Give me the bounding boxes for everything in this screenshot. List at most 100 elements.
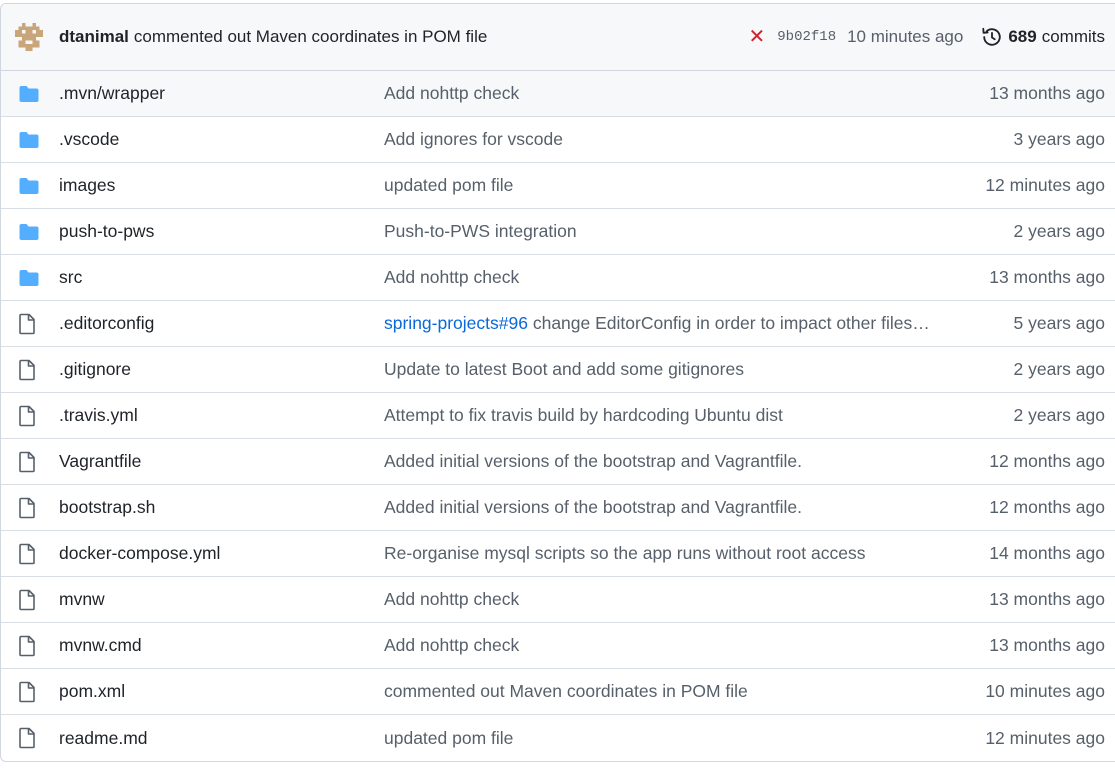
file-icon <box>1 451 59 473</box>
file-commit-age: 12 minutes ago <box>985 175 1105 195</box>
commit-message-text[interactable]: Re-organise mysql scripts so the app run… <box>384 543 865 563</box>
file-commit-message[interactable]: updated pom file <box>384 728 985 749</box>
file-commit-message[interactable]: Add ignores for vscode <box>384 129 1014 150</box>
commit-message-text[interactable]: Added initial versions of the bootstrap … <box>384 497 802 517</box>
file-commit-age: 13 months ago <box>989 83 1105 103</box>
file-commit-age: 2 years ago <box>1013 405 1105 425</box>
file-row[interactable]: Vagrantfile Added initial versions of the… <box>1 439 1115 485</box>
commit-message-text[interactable]: Add nohttp check <box>384 83 519 103</box>
file-commit-message[interactable]: Push-to-PWS integration <box>384 221 1014 242</box>
folder-icon <box>1 177 59 195</box>
file-row[interactable]: mvnw Add nohttp check 13 months ago <box>1 577 1115 623</box>
file-icon <box>1 727 59 749</box>
file-name-link[interactable]: bootstrap.sh <box>59 497 384 518</box>
commit-time: 10 minutes ago <box>847 27 964 46</box>
file-row[interactable]: bootstrap.sh Added initial versions of th… <box>1 485 1115 531</box>
file-commit-message[interactable]: Add nohttp check <box>384 589 989 610</box>
file-commit-message[interactable]: Add nohttp check <box>384 267 989 288</box>
file-commit-message[interactable]: Added initial versions of the bootstrap … <box>384 497 989 518</box>
file-row[interactable]: pom.xml commented out Maven coordinates i… <box>1 669 1115 715</box>
file-icon <box>1 543 59 565</box>
file-row[interactable]: docker-compose.yml Re-organise mysql scri… <box>1 531 1115 577</box>
commit-message-text[interactable]: Push-to-PWS integration <box>384 221 577 241</box>
commit-author[interactable]: dtanimal <box>59 27 129 47</box>
file-commit-message[interactable]: Add nohttp check <box>384 83 989 104</box>
file-row[interactable]: .mvn/wrapper Add nohttp check 13 months ag… <box>1 71 1115 117</box>
file-commit-age: 13 months ago <box>989 267 1105 287</box>
file-commit-message[interactable]: Update to latest Boot and add some gitig… <box>384 359 1014 380</box>
file-row[interactable]: .editorconfig spring-projects#96 change E… <box>1 301 1115 347</box>
file-name-link[interactable]: .vscode <box>59 129 384 150</box>
file-icon <box>1 313 59 335</box>
file-icon <box>1 497 59 519</box>
file-commit-message[interactable]: commented out Maven coordinates in POM f… <box>384 681 985 702</box>
file-name-link[interactable]: .editorconfig <box>59 313 384 334</box>
commits-count: 689 <box>1008 27 1037 46</box>
file-name-link[interactable]: Vagrantfile <box>59 451 384 472</box>
file-row[interactable]: readme.md updated pom file 12 minutes ago <box>1 715 1115 761</box>
ci-failure-icon[interactable]: ✕ <box>749 27 766 47</box>
file-commit-message[interactable]: Added initial versions of the bootstrap … <box>384 451 989 472</box>
file-row[interactable]: .vscode Add ignores for vscode 3 years ago <box>1 117 1115 163</box>
file-commit-message[interactable]: Re-organise mysql scripts so the app run… <box>384 543 989 564</box>
file-commit-age: 12 minutes ago <box>985 727 1105 748</box>
file-name-link[interactable]: docker-compose.yml <box>59 543 384 564</box>
avatar[interactable] <box>15 23 43 51</box>
file-commit-message[interactable]: spring-projects#96 change EditorConfig i… <box>384 313 1014 334</box>
commit-message-text[interactable]: Add nohttp check <box>384 635 519 655</box>
commit-message-text[interactable]: Add nohttp check <box>384 589 519 609</box>
file-name-link[interactable]: readme.md <box>59 728 384 749</box>
file-row[interactable]: mvnw.cmd Add nohttp check 13 months ago <box>1 623 1115 669</box>
file-commit-message[interactable]: Add nohttp check <box>384 635 989 656</box>
commit-message-text[interactable]: Add ignores for vscode <box>384 129 563 149</box>
file-row[interactable]: push-to-pws Push-to-PWS integration 2 year… <box>1 209 1115 255</box>
file-name-link[interactable]: mvnw <box>59 589 384 610</box>
file-list: .mvn/wrapper Add nohttp check 13 months ag… <box>1 71 1115 761</box>
file-commit-age: 10 minutes ago <box>985 681 1105 701</box>
file-icon <box>1 589 59 611</box>
commit-message-text[interactable]: Add nohttp check <box>384 267 519 287</box>
file-commit-age: 2 years ago <box>1013 359 1105 379</box>
latest-commit-bar: dtanimal commented out Maven coordinates… <box>1 4 1115 71</box>
commits-label: commits <box>1041 27 1105 46</box>
file-commit-message[interactable]: Attempt to fix travis build by hardcodin… <box>384 405 1014 426</box>
file-row[interactable]: .gitignore Update to latest Boot and add … <box>1 347 1115 393</box>
issue-reference-link[interactable]: spring-projects#96 <box>384 313 528 333</box>
file-commit-message[interactable]: updated pom file <box>384 175 985 196</box>
file-icon <box>1 405 59 427</box>
commit-message-text[interactable]: Attempt to fix travis build by hardcodin… <box>384 405 783 425</box>
file-name-link[interactable]: .mvn/wrapper <box>59 83 384 104</box>
file-name-link[interactable]: push-to-pws <box>59 221 384 242</box>
file-commit-age: 2 years ago <box>1013 221 1105 241</box>
file-commit-age: 12 months ago <box>989 497 1105 517</box>
file-name-link[interactable]: mvnw.cmd <box>59 635 384 656</box>
file-commit-age: 13 months ago <box>989 635 1105 655</box>
file-name-link[interactable]: .gitignore <box>59 359 384 380</box>
file-icon <box>1 635 59 657</box>
file-browser: dtanimal commented out Maven coordinates… <box>0 3 1115 762</box>
file-row[interactable]: src Add nohttp check 13 months ago <box>1 255 1115 301</box>
history-icon <box>982 27 1002 46</box>
file-commit-age: 5 years ago <box>1013 313 1105 333</box>
commit-message-text[interactable]: change EditorConfig in order to impact o… <box>528 313 930 333</box>
commit-message-text[interactable]: Added initial versions of the bootstrap … <box>384 451 802 471</box>
file-icon <box>1 681 59 703</box>
commit-message-text[interactable]: commented out Maven coordinates in POM f… <box>384 681 748 701</box>
commit-message-text[interactable]: updated pom file <box>384 175 513 195</box>
commit-sha[interactable]: 9b02f18 <box>777 29 836 45</box>
folder-icon <box>1 85 59 103</box>
commits-history-link[interactable]: 689 commits <box>981 26 1105 48</box>
file-name-link[interactable]: src <box>59 267 384 288</box>
commit-message[interactable]: commented out Maven coordinates in POM f… <box>134 27 487 47</box>
file-row[interactable]: .travis.yml Attempt to fix travis build b… <box>1 393 1115 439</box>
commit-message-text[interactable]: Update to latest Boot and add some gitig… <box>384 359 744 379</box>
file-row[interactable]: images updated pom file 12 minutes ago <box>1 163 1115 209</box>
commit-message-text[interactable]: updated pom file <box>384 728 513 748</box>
file-name-link[interactable]: .travis.yml <box>59 405 384 426</box>
file-name-link[interactable]: pom.xml <box>59 681 384 702</box>
file-commit-age: 3 years ago <box>1013 129 1105 149</box>
file-name-link[interactable]: images <box>59 175 384 196</box>
file-icon <box>1 359 59 381</box>
file-commit-age: 13 months ago <box>989 589 1105 609</box>
file-commit-age: 14 months ago <box>989 543 1105 563</box>
